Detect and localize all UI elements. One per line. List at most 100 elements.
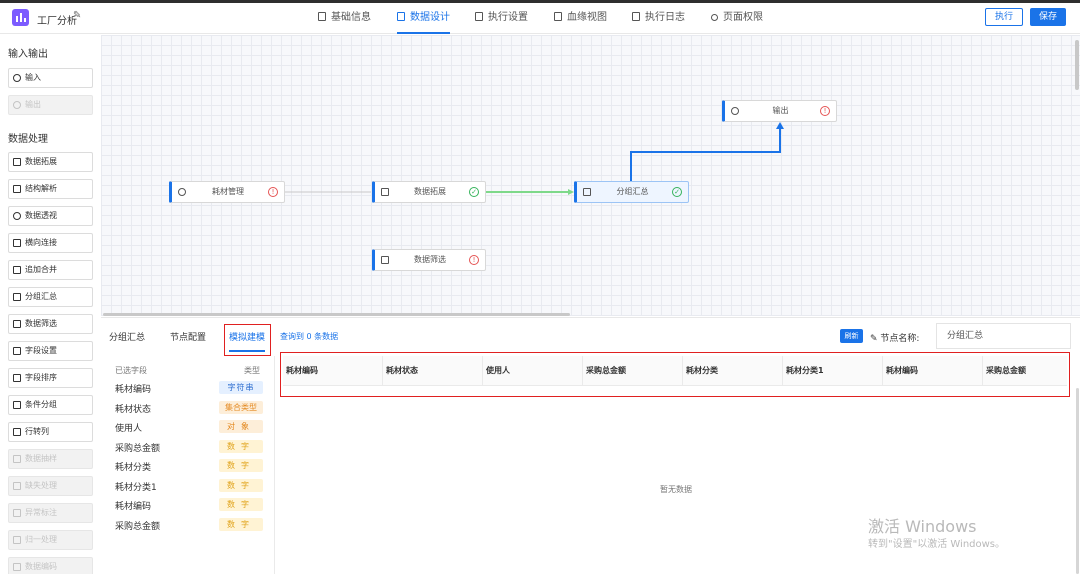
calendar-icon <box>13 266 21 274</box>
field-name: 耗材分类1 <box>115 483 157 493</box>
palette-item-data-expand[interactable]: 数据拓展 <box>8 152 93 172</box>
copy-icon <box>13 158 21 166</box>
node-palette-sidebar: 输入输出 输入 输出 数据处理 数据拓展 结构解析 数据透视 横向连接 追加合并… <box>0 35 101 574</box>
sort-icon <box>13 374 21 382</box>
type-header: 类型 <box>244 366 260 375</box>
warning-icon: ! <box>469 255 479 265</box>
section-title-processing: 数据处理 <box>8 134 48 145</box>
palette-item-horizontal-join[interactable]: 横向连接 <box>8 233 93 253</box>
tab-data-design[interactable]: 数据设计 <box>397 0 450 34</box>
palette-item-anomaly-marking: 异常标注 <box>8 503 93 523</box>
sliders-icon <box>13 185 21 193</box>
document-icon <box>475 12 483 21</box>
field-type-badge: 集合类型 <box>219 401 263 414</box>
flow-node-output[interactable]: 输出 ! <box>722 100 837 122</box>
query-result-info[interactable]: 查询到 0 条数据 <box>280 331 338 342</box>
document-icon <box>583 188 591 196</box>
empty-state-text: 暂无数据 <box>660 485 692 494</box>
flow-node-data-filter[interactable]: 数据筛选 ! <box>372 249 486 271</box>
box-icon <box>13 482 21 490</box>
grid-icon <box>397 12 405 21</box>
document-icon <box>554 12 562 21</box>
palette-item-row-to-column[interactable]: 行转列 <box>8 422 93 442</box>
palette-item-conditional-group[interactable]: 条件分组 <box>8 395 93 415</box>
save-button[interactable]: 保存 <box>1030 8 1066 26</box>
palette-item-input[interactable]: 输入 <box>8 68 93 88</box>
palette-item-pivot[interactable]: 数据透视 <box>8 206 93 226</box>
windows-activation-watermark-hint: 转到"设置"以激活 Windows。 <box>868 539 1006 550</box>
canvas-vertical-scrollbar[interactable] <box>1075 40 1079 90</box>
window-top-edge <box>0 0 1080 3</box>
field-type-badge: 数字 <box>219 459 263 472</box>
highlight-box-tab <box>224 324 271 356</box>
edit-icon: ✎ <box>870 334 881 344</box>
field-type-badge: 数字 <box>219 498 263 511</box>
tab-execution-settings[interactable]: 执行设置 <box>475 0 528 34</box>
section-title-io: 输入输出 <box>8 49 48 60</box>
field-name: 耗材编码 <box>115 502 152 512</box>
pause-circle-icon <box>731 107 739 115</box>
box-icon <box>13 536 21 544</box>
filter-doc-icon <box>13 320 21 328</box>
field-name: 使用人 <box>115 424 143 434</box>
fields-header: 已选字段 <box>115 366 147 375</box>
run-button[interactable]: 执行 <box>985 8 1023 26</box>
palette-item-output: 输出 <box>8 95 93 115</box>
palette-item-structure-parse[interactable]: 结构解析 <box>8 179 93 199</box>
flow-canvas[interactable] <box>101 35 1080 316</box>
play-circle-icon <box>178 188 186 196</box>
tab-execution-log[interactable]: 执行日志 <box>632 0 685 34</box>
panel-tab-node-config[interactable]: 节点配置 <box>170 330 206 343</box>
tab-page-permissions[interactable]: 页面权限 <box>711 0 763 34</box>
field-type-badge: 数字 <box>219 518 263 531</box>
field-name: 耗材状态 <box>115 405 152 415</box>
palette-item-field-sort[interactable]: 字段排序 <box>8 368 93 388</box>
panel-tab-group-summary[interactable]: 分组汇总 <box>109 330 145 343</box>
box-icon <box>13 455 21 463</box>
selected-fields-list: 已选字段 类型 耗材编码 字符串 耗材状态 集合类型 使用人 对象 采购总金额 … <box>101 356 275 574</box>
edit-title-icon[interactable]: ✎ <box>73 10 81 21</box>
panel-divider <box>101 317 1080 318</box>
table-vertical-scrollbar[interactable] <box>1076 388 1079 574</box>
document-icon <box>632 12 640 21</box>
lock-icon <box>711 14 718 21</box>
pause-circle-icon <box>13 101 21 109</box>
copy-icon <box>381 188 389 196</box>
windows-activation-watermark-title: 激活 Windows <box>868 517 977 536</box>
field-name: 耗材编码 <box>115 385 152 395</box>
palette-item-data-filter[interactable]: 数据筛选 <box>8 314 93 334</box>
tab-basic-info[interactable]: 基础信息 <box>318 0 371 34</box>
field-name: 耗材分类 <box>115 463 152 473</box>
top-bar: 工厂分析 ✎ 基础信息 数据设计 执行设置 血缘视图 执行日志 页面权限 执行 … <box>0 0 1080 34</box>
field-name: 采购总金额 <box>115 522 161 532</box>
palette-item-group-summary[interactable]: 分组汇总 <box>8 287 93 307</box>
node-name-label: ✎ 节点名称: <box>870 334 920 344</box>
field-type-badge: 数字 <box>219 479 263 492</box>
field-type-badge: 数字 <box>219 440 263 453</box>
flow-node-data-expand[interactable]: 数据拓展 ✓ <box>372 181 486 203</box>
tab-lineage-view[interactable]: 血缘视图 <box>554 0 607 34</box>
palette-item-field-settings[interactable]: 字段设置 <box>8 341 93 361</box>
canvas-horizontal-scrollbar[interactable] <box>103 313 570 316</box>
warning-icon: ! <box>820 106 830 116</box>
warning-icon: ! <box>268 187 278 197</box>
field-type-badge: 对象 <box>219 420 263 433</box>
palette-item-append-merge[interactable]: 追加合并 <box>8 260 93 280</box>
filter-doc-icon <box>381 256 389 264</box>
app-title: 工厂分析 <box>37 16 77 27</box>
check-circle-icon: ✓ <box>672 187 682 197</box>
box-icon <box>13 509 21 517</box>
palette-item-normalization: 归一处理 <box>8 530 93 550</box>
palette-item-data-encoding: 数据编码 <box>8 557 93 574</box>
flow-node-consumables-mgmt[interactable]: 耗材管理 ! <box>169 181 285 203</box>
eye-icon <box>13 212 21 220</box>
play-circle-icon <box>13 74 21 82</box>
refresh-button[interactable]: 刷新 <box>840 329 863 343</box>
field-name: 采购总金额 <box>115 444 161 454</box>
table-icon <box>13 428 21 436</box>
flow-node-group-summary[interactable]: 分组汇总 ✓ <box>574 181 689 203</box>
node-name-input[interactable]: 分组汇总 <box>936 323 1071 349</box>
document-icon <box>13 293 21 301</box>
check-circle-icon: ✓ <box>469 187 479 197</box>
field-type-badge: 字符串 <box>219 381 263 394</box>
